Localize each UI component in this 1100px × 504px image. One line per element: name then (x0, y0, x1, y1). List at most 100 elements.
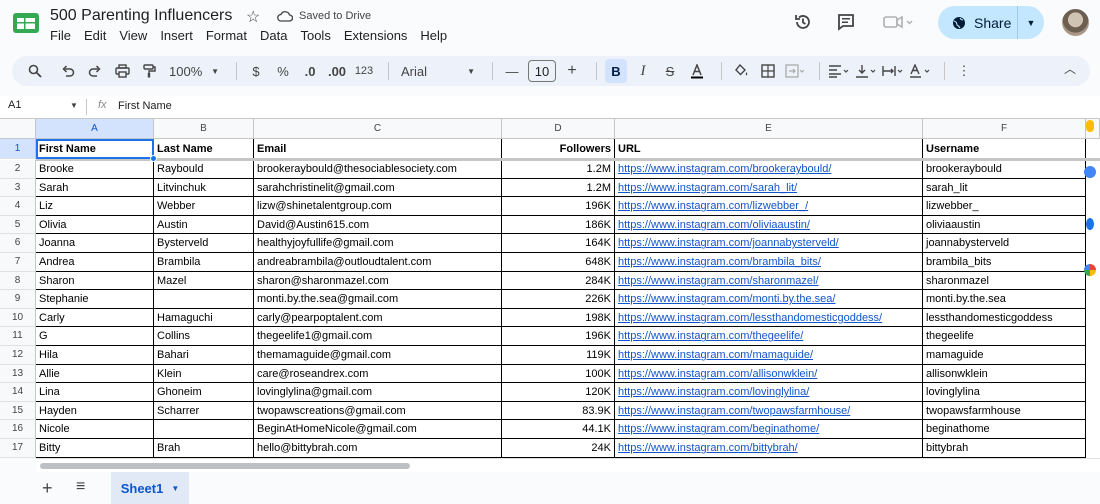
table-cell[interactable]: Brah (154, 439, 254, 458)
url-link[interactable]: https://www.instagram.com/lessthandomest… (615, 308, 923, 328)
url-link[interactable]: https://www.instagram.com/sharonmazel/ (615, 271, 923, 291)
select-all-corner[interactable] (0, 119, 36, 139)
url-link[interactable]: https://www.instagram.com/lovinglylina/ (615, 383, 923, 402)
row-header[interactable]: 13 (0, 364, 36, 384)
table-cell[interactable]: 164K (502, 234, 615, 253)
row-header[interactable]: 15 (0, 401, 36, 421)
row-header[interactable]: 8 (0, 271, 36, 291)
formula-input[interactable]: First Name (118, 100, 172, 112)
table-cell[interactable] (154, 290, 254, 309)
table-cell[interactable]: 100K (502, 364, 615, 384)
table-cell[interactable]: care@roseandrex.com (254, 364, 502, 384)
table-cell[interactable]: brookeraybould@thesociablesociety.com (254, 160, 502, 179)
undo-icon[interactable] (57, 59, 79, 83)
table-cell[interactable]: 44.1K (502, 420, 615, 439)
paint-format-icon[interactable] (138, 59, 160, 83)
row-header[interactable]: 9 (0, 290, 36, 309)
column-header-c[interactable]: C (254, 119, 502, 139)
document-title[interactable]: 500 Parenting Influencers (50, 7, 232, 25)
column-header-f[interactable]: F (923, 119, 1086, 139)
table-cell[interactable]: brambila_bits (923, 253, 1086, 272)
table-cell[interactable]: oliviaaustin (923, 215, 1086, 235)
url-link[interactable]: https://www.instagram.com/allisonwklein/ (615, 364, 923, 384)
tasks-addon-icon[interactable] (1084, 166, 1096, 178)
table-cell[interactable]: Webber (154, 197, 254, 216)
strikethrough-icon[interactable]: S (659, 59, 681, 83)
share-button[interactable]: Share ▼ (938, 6, 1044, 39)
table-cell[interactable]: 196K (502, 197, 615, 216)
table-cell[interactable]: Bahari (154, 346, 254, 365)
row-header[interactable]: 16 (0, 420, 36, 439)
version-history-icon[interactable] (793, 12, 813, 32)
cloud-saved-icon[interactable] (277, 10, 293, 22)
url-link[interactable]: https://www.instagram.com/brambila_bits/ (615, 253, 923, 272)
table-cell[interactable]: 24K (502, 439, 615, 458)
name-box-caret-icon[interactable]: ▼ (70, 101, 78, 110)
row-header[interactable]: 14 (0, 383, 36, 402)
table-cell[interactable]: twopawscreations@gmail.com (254, 401, 502, 421)
star-icon[interactable]: ☆ (246, 7, 260, 27)
table-cell[interactable]: Klein (154, 364, 254, 384)
menu-extensions[interactable]: Extensions (344, 28, 414, 43)
more-options-icon[interactable]: ⋮ (953, 59, 975, 83)
column-header-b[interactable]: B (154, 119, 254, 139)
table-cell[interactable]: lizw@shinetalentgroup.com (254, 197, 502, 216)
table-cell[interactable]: monti.by.the.sea@gmail.com (254, 290, 502, 309)
table-cell[interactable]: Ghoneim (154, 383, 254, 402)
table-cell[interactable]: andreabrambila@outloudtalent.com (254, 253, 502, 272)
url-link[interactable]: https://www.instagram.com/bittybrah/ (615, 439, 923, 458)
row-header[interactable]: 11 (0, 327, 36, 346)
table-cell[interactable]: 648K (502, 253, 615, 272)
table-cell[interactable]: G (36, 327, 154, 346)
table-cell[interactable]: 119K (502, 346, 615, 365)
table-cell[interactable]: Hayden (36, 401, 154, 421)
table-cell[interactable]: Collins (154, 327, 254, 346)
row-header[interactable]: 5 (0, 215, 36, 235)
menu-tools[interactable]: Tools (300, 28, 336, 43)
url-link[interactable]: https://www.instagram.com/beginathome/ (615, 420, 923, 439)
borders-icon[interactable] (757, 59, 779, 83)
url-link[interactable]: https://www.instagram.com/twopawsfarmhou… (615, 401, 923, 421)
table-cell[interactable]: beginathome (923, 420, 1086, 439)
horizontal-scrollbar[interactable] (36, 458, 1100, 472)
contacts-addon-icon[interactable] (1086, 218, 1094, 230)
table-cell[interactable]: Scharrer (154, 401, 254, 421)
table-cell[interactable]: brookeraybould (923, 160, 1086, 179)
column-header-a[interactable]: A (36, 119, 154, 139)
table-cell[interactable]: Brooke (36, 160, 154, 179)
table-cell[interactable]: 1.2M (502, 178, 615, 198)
table-cell[interactable]: lessthandomesticgoddess (923, 308, 1086, 328)
text-rotation-icon[interactable] (909, 59, 931, 83)
table-cell[interactable]: 226K (502, 290, 615, 309)
table-cell[interactable]: thegeelife1@gmail.com (254, 327, 502, 346)
header-cell[interactable]: URL (615, 139, 923, 159)
table-cell[interactable]: Carly (36, 308, 154, 328)
fill-handle[interactable] (150, 155, 157, 162)
table-cell[interactable]: Stephanie (36, 290, 154, 309)
table-cell[interactable]: thegeelife (923, 327, 1086, 346)
row-header[interactable]: 17 (0, 439, 36, 458)
table-cell[interactable]: 186K (502, 215, 615, 235)
url-link[interactable]: https://www.instagram.com/thegeelife/ (615, 327, 923, 346)
table-cell[interactable]: Joanna (36, 234, 154, 253)
table-cell[interactable]: hello@bittybrah.com (254, 439, 502, 458)
print-icon[interactable] (111, 59, 133, 83)
table-cell[interactable]: Nicole (36, 420, 154, 439)
header-cell[interactable]: Followers (502, 139, 615, 159)
row-header[interactable]: 7 (0, 253, 36, 272)
name-box[interactable]: A1 (8, 99, 21, 111)
freeze-divider[interactable] (36, 158, 1100, 161)
row-header[interactable]: 3 (0, 178, 36, 198)
menu-help[interactable]: Help (420, 28, 453, 43)
table-cell[interactable]: themamaguide@gmail.com (254, 346, 502, 365)
table-cell[interactable]: Lina (36, 383, 154, 402)
font-select[interactable]: Arial ▼ (397, 59, 479, 83)
header-cell[interactable]: Username (923, 139, 1086, 159)
menu-file[interactable]: File (50, 28, 77, 43)
format-percent-button[interactable]: % (272, 59, 294, 83)
table-cell[interactable]: lovinglylina (923, 383, 1086, 402)
column-header-e[interactable]: E (615, 119, 923, 139)
increase-decimal-button[interactable]: .00 (326, 59, 348, 83)
decrease-decimal-button[interactable]: .0 (299, 59, 321, 83)
table-cell[interactable]: 83.9K (502, 401, 615, 421)
